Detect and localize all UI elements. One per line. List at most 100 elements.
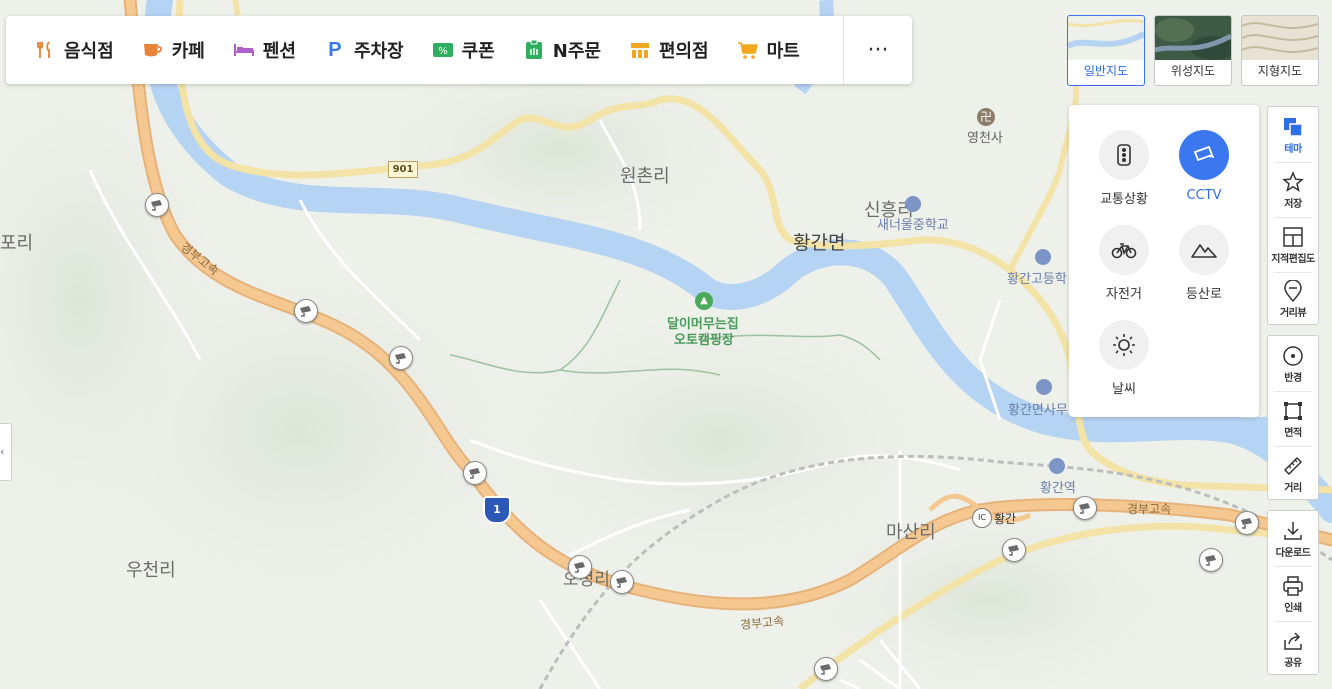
theme-label: 등산로 xyxy=(1186,287,1222,302)
ic-label: 황간 xyxy=(994,511,1017,526)
fork-knife-icon xyxy=(34,39,56,61)
category-restaurant[interactable]: 음식점 xyxy=(6,16,128,84)
cctv-icon[interactable] xyxy=(1002,538,1026,562)
district-label: 황간면 xyxy=(793,232,846,254)
tool-label: 면적 xyxy=(1284,428,1302,439)
maptype-terrain[interactable]: 지형지도 xyxy=(1241,15,1319,86)
train-icon[interactable] xyxy=(1049,458,1065,474)
campsite-icon[interactable]: ▲ xyxy=(695,292,713,310)
tool-label: 저장 xyxy=(1284,199,1302,210)
bicycle-icon xyxy=(1099,225,1149,275)
theme-hiking[interactable]: 등산로 xyxy=(1164,225,1244,302)
category-label: 쿠폰 xyxy=(461,41,495,62)
theme-cctv[interactable]: CCTV xyxy=(1164,130,1244,203)
theme-label: CCTV xyxy=(1186,188,1222,203)
category-pension[interactable]: 펜션 xyxy=(219,16,310,84)
share-icon xyxy=(1282,630,1304,652)
village-label: 우천리 xyxy=(126,560,176,581)
cctv-icon[interactable] xyxy=(294,299,318,323)
order-icon xyxy=(523,39,545,61)
terrain-map-thumbnail xyxy=(1242,16,1318,60)
maptype-normal[interactable]: 일반지도 xyxy=(1067,15,1145,86)
area-button[interactable]: 면적 xyxy=(1268,391,1318,446)
print-button[interactable]: 인쇄 xyxy=(1268,566,1318,621)
office-icon[interactable] xyxy=(1036,379,1052,395)
coupon-icon: % xyxy=(432,39,454,61)
category-norder[interactable]: N주문 xyxy=(509,16,615,84)
star-icon xyxy=(1282,171,1304,193)
sun-icon xyxy=(1099,320,1149,370)
tool-label: 반경 xyxy=(1284,373,1302,384)
station-label: 황간역 xyxy=(1040,481,1076,496)
theme-traffic[interactable]: 교통상황 xyxy=(1084,130,1164,207)
tool-label: 거리 xyxy=(1284,483,1302,494)
category-convenience[interactable]: 편의점 xyxy=(615,16,723,84)
grid-map-icon xyxy=(1282,226,1304,248)
category-label: 음식점 xyxy=(64,41,114,62)
radius-button[interactable]: 반경 xyxy=(1268,336,1318,391)
category-toolbar: 음식점 카페 펜션 P 주차장 % 쿠폰 N주문 편의점 마트 ··· xyxy=(6,16,912,84)
category-label: 주차장 xyxy=(353,41,404,62)
store-icon xyxy=(629,39,651,61)
ruler-icon xyxy=(1282,455,1304,477)
temple-label: 영천사 xyxy=(967,131,1003,146)
village-label: 원촌리 xyxy=(620,166,670,187)
cadastral-button[interactable]: 지적편집도 xyxy=(1268,217,1318,272)
tool-label: 지적편집도 xyxy=(1271,254,1315,265)
cctv-icon[interactable] xyxy=(814,657,838,681)
route-901-shield: 901 xyxy=(388,161,418,178)
cctv-icon[interactable] xyxy=(463,461,487,485)
maptype-label: 위성지도 xyxy=(1170,64,1216,78)
tool-label: 테마 xyxy=(1284,144,1302,155)
bed-icon xyxy=(233,39,255,61)
layers-icon xyxy=(1282,116,1304,138)
category-mart[interactable]: 마트 xyxy=(723,16,814,84)
distance-button[interactable]: 거리 xyxy=(1268,446,1318,501)
expressway-label: 경부고속 xyxy=(1127,502,1172,516)
school-icon[interactable] xyxy=(905,196,921,212)
maptype-label: 일반지도 xyxy=(1083,64,1129,78)
school-label: 황간고등학 xyxy=(1007,272,1067,287)
cctv-icon[interactable] xyxy=(1199,548,1223,572)
side-panel-toggle[interactable]: ‹ xyxy=(0,423,12,481)
mountain-icon xyxy=(1179,225,1229,275)
cup-icon xyxy=(142,39,164,61)
temple-icon[interactable]: 卍 xyxy=(977,108,995,126)
cctv-icon[interactable] xyxy=(389,346,413,370)
theme-bicycle[interactable]: 자전거 xyxy=(1084,225,1164,302)
download-button[interactable]: 다운로드 xyxy=(1268,511,1318,566)
save-button[interactable]: 저장 xyxy=(1268,162,1318,217)
route-1-shield: 1 xyxy=(483,496,511,524)
campsite-label: 오토캠핑장 xyxy=(674,333,734,348)
share-button[interactable]: 공유 xyxy=(1268,621,1318,676)
print-icon xyxy=(1282,575,1304,597)
maptype-satellite[interactable]: 위성지도 xyxy=(1154,15,1232,86)
theme-button[interactable]: 테마 xyxy=(1268,107,1318,162)
cctv-icon[interactable] xyxy=(568,555,592,579)
category-cafe[interactable]: 카페 xyxy=(128,16,219,84)
category-coupon[interactable]: % 쿠폰 xyxy=(418,16,509,84)
right-toolbar-main: 테마 저장 지적편집도 거리뷰 xyxy=(1267,106,1319,325)
ic-marker[interactable]: IC 황간 xyxy=(972,508,1016,528)
theme-panel: 교통상황 CCTV 자전거 등산로 날씨 xyxy=(1069,105,1259,417)
cctv-icon[interactable] xyxy=(610,570,634,594)
maptype-label: 지형지도 xyxy=(1257,64,1303,78)
category-label: 마트 xyxy=(766,41,800,62)
tool-label: 공유 xyxy=(1284,658,1302,669)
cctv-icon[interactable] xyxy=(1073,496,1097,520)
satellite-map-thumbnail xyxy=(1155,16,1231,60)
cctv-icon[interactable] xyxy=(145,193,169,217)
theme-label: 날씨 xyxy=(1112,382,1136,397)
category-parking[interactable]: P 주차장 xyxy=(310,16,418,84)
cctv-icon[interactable] xyxy=(1235,511,1259,535)
more-categories-button[interactable]: ··· xyxy=(843,16,912,84)
category-label: N주문 xyxy=(552,41,601,62)
chevron-left-icon: ‹ xyxy=(0,445,5,458)
streetview-button[interactable]: 거리뷰 xyxy=(1268,271,1318,326)
normal-map-thumbnail xyxy=(1068,16,1144,60)
school-icon[interactable] xyxy=(1035,249,1051,265)
tool-label: 다운로드 xyxy=(1275,548,1311,559)
theme-weather[interactable]: 날씨 xyxy=(1084,320,1164,397)
village-label: 마산리 xyxy=(886,522,936,543)
theme-label: 자전거 xyxy=(1106,287,1142,302)
